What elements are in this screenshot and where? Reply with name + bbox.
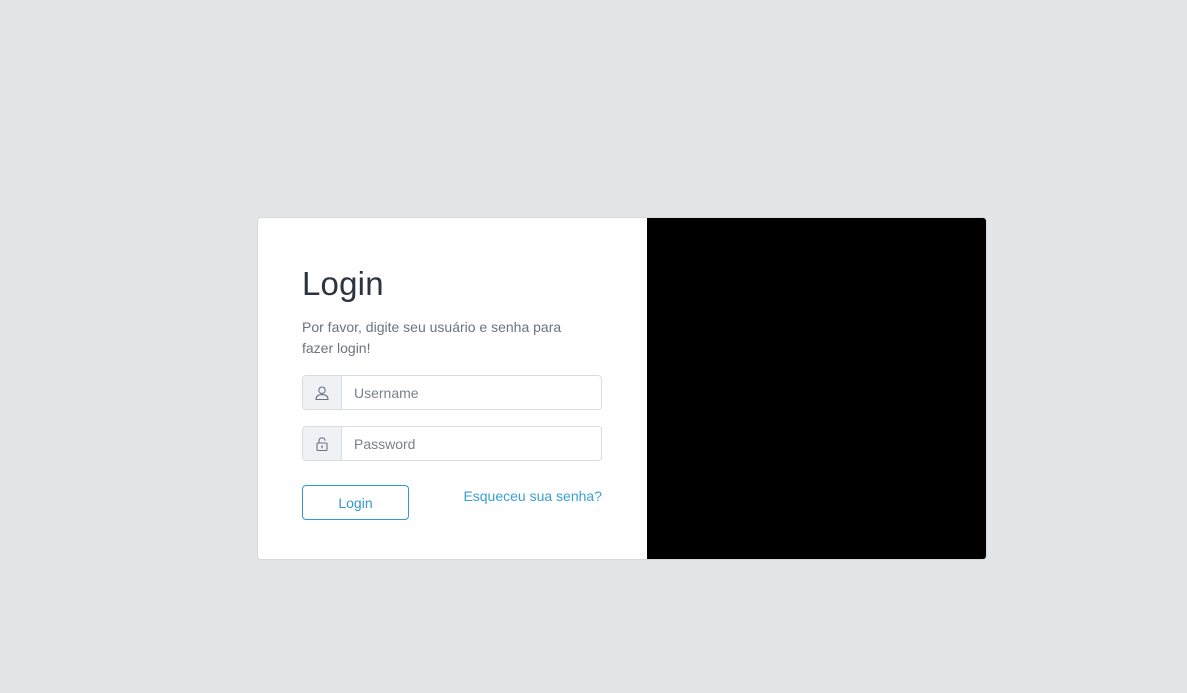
login-card: Login Por favor, digite seu usuário e se… [257, 217, 987, 560]
password-input[interactable] [342, 427, 601, 460]
login-form-panel: Login Por favor, digite seu usuário e se… [258, 218, 647, 559]
lock-icon [303, 427, 342, 460]
form-actions: Login Esqueceu sua senha? [302, 485, 602, 520]
username-input[interactable] [342, 376, 601, 409]
login-subtitle: Por favor, digite seu usuário e senha pa… [302, 319, 562, 356]
username-input-group [302, 375, 602, 410]
login-button[interactable]: Login [302, 485, 409, 520]
page-title: Login [302, 265, 384, 302]
user-icon [303, 376, 342, 409]
password-input-group [302, 426, 602, 461]
forgot-password-link[interactable]: Esqueceu sua senha? [463, 488, 602, 504]
side-panel [647, 218, 986, 559]
